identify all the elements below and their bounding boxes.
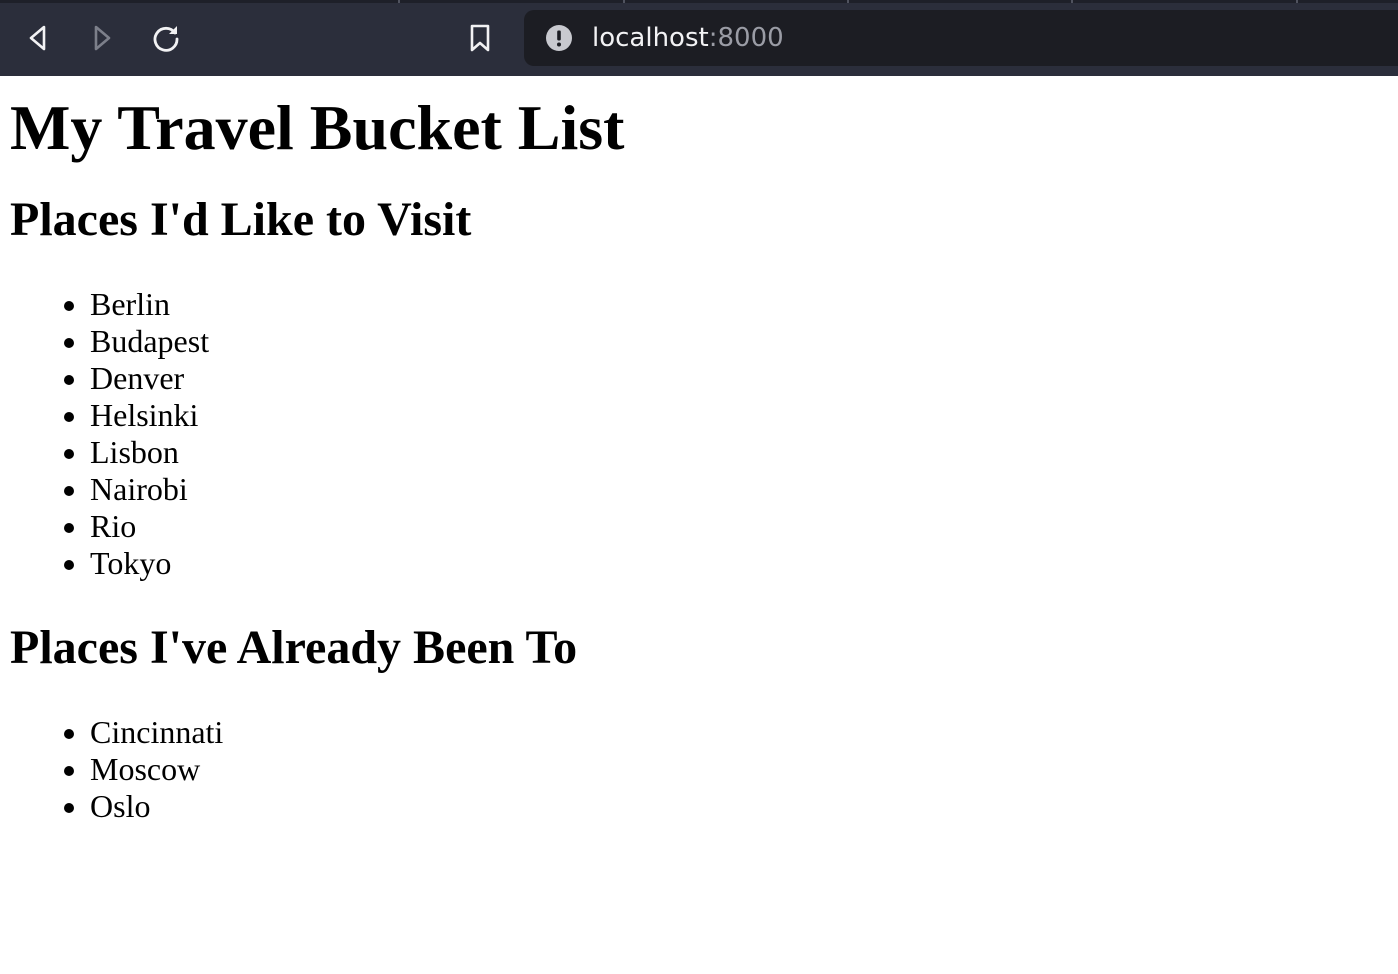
list-item: Budapest	[90, 323, 1388, 360]
tab-separator	[847, 0, 849, 3]
list-item: Berlin	[90, 286, 1388, 323]
list-item: Denver	[90, 360, 1388, 397]
list-item: Nairobi	[90, 471, 1388, 508]
forward-arrow-icon	[94, 25, 111, 51]
url-host: localhost	[592, 23, 709, 53]
tab-separator	[398, 0, 400, 3]
list-item: Helsinki	[90, 397, 1388, 434]
back-arrow-icon	[29, 25, 46, 51]
wishlist: Berlin Budapest Denver Helsinki Lisbon N…	[10, 286, 1388, 582]
list-item: Rio	[90, 508, 1388, 545]
url-text[interactable]: localhost:8000	[592, 23, 784, 53]
visited-list: Cincinnati Moscow Oslo	[10, 714, 1388, 825]
wishlist-heading: Places I'd Like to Visit	[10, 193, 472, 246]
info-icon[interactable]	[546, 25, 572, 51]
reload-icon	[153, 26, 179, 52]
list-item: Cincinnati	[90, 714, 1388, 751]
tab-separator	[1296, 0, 1298, 3]
list-item: Oslo	[90, 788, 1388, 825]
visited-heading: Places I've Already Been To	[10, 621, 578, 674]
address-bar[interactable]: localhost:8000	[524, 10, 1398, 66]
forward-button[interactable]	[84, 20, 120, 56]
list-item: Moscow	[90, 751, 1388, 788]
url-port: :8000	[708, 23, 784, 53]
tab-separator	[623, 0, 625, 3]
browser-toolbar: localhost:8000	[0, 0, 1398, 76]
page-title: My Travel Bucket List	[10, 92, 625, 163]
page-content: My Travel Bucket List Places I'd Like to…	[10, 76, 1388, 825]
list-item: Lisbon	[90, 434, 1388, 471]
tab-strip	[0, 0, 1398, 3]
reload-button[interactable]	[148, 20, 184, 56]
list-item: Tokyo	[90, 545, 1388, 582]
bookmark-icon	[470, 24, 490, 52]
back-button[interactable]	[20, 20, 56, 56]
bookmark-button[interactable]	[462, 20, 498, 56]
tab-separator	[1071, 0, 1073, 3]
